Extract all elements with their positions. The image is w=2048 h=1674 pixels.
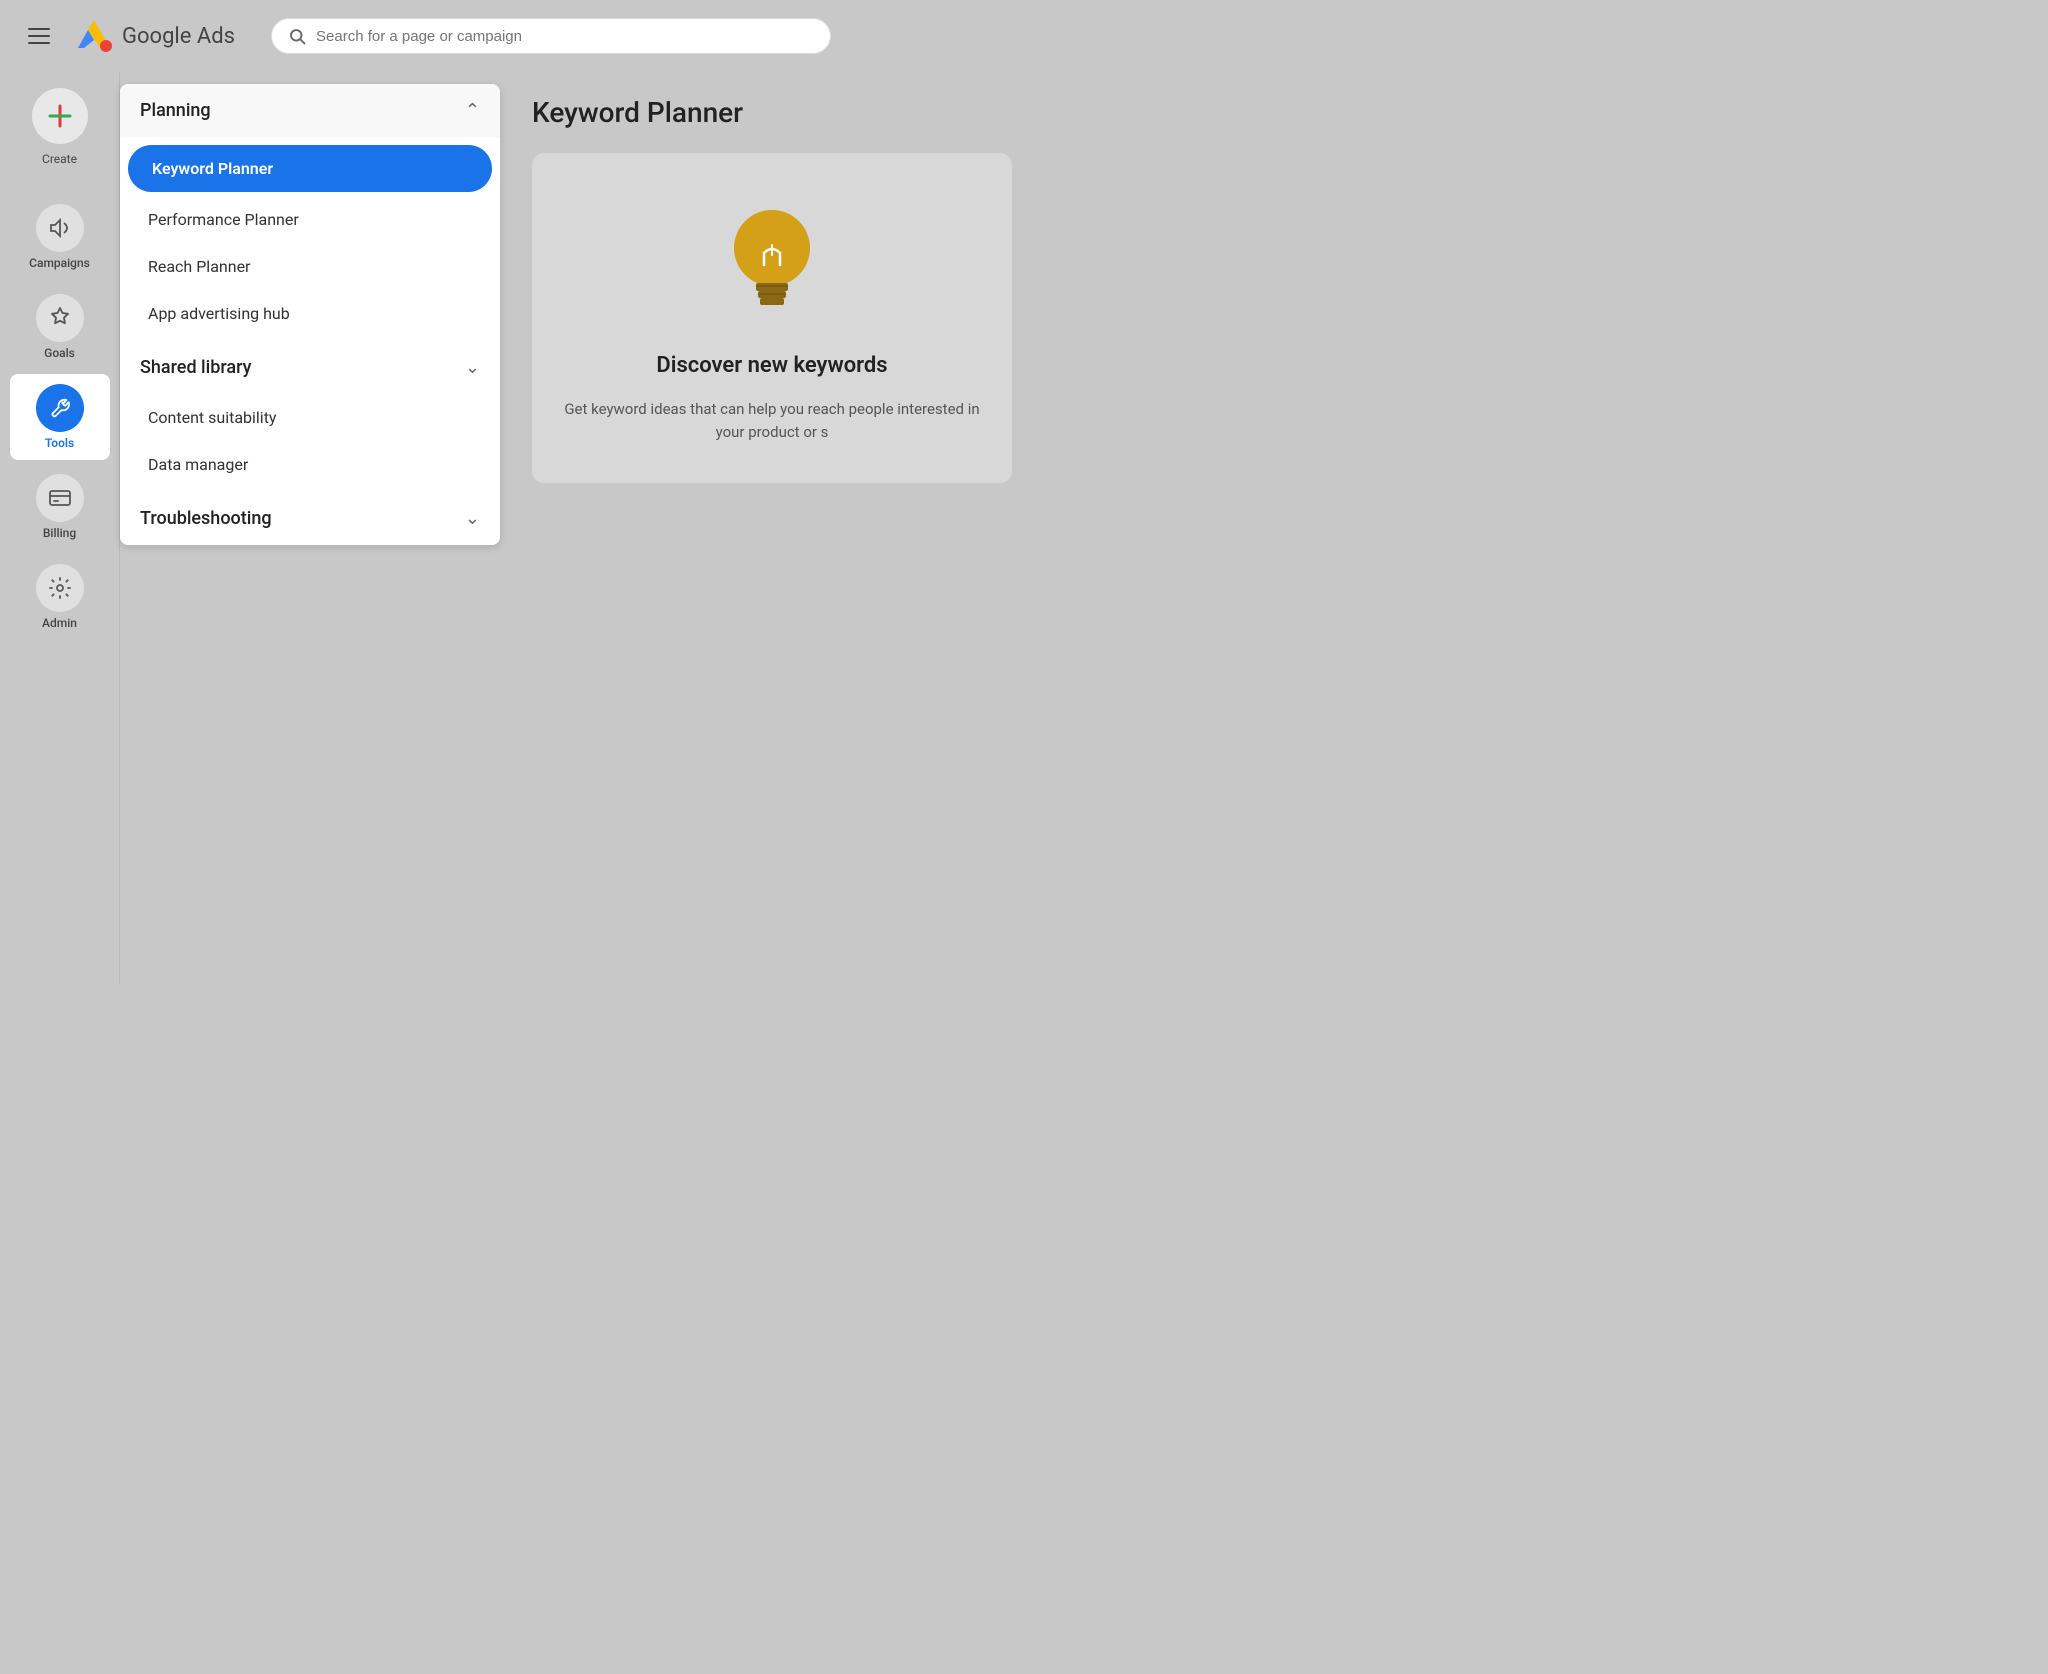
create-section: Create bbox=[32, 88, 88, 182]
planning-chevron-icon: ⌃ bbox=[465, 100, 480, 121]
sidebar: Create Campaigns Goals bbox=[0, 72, 120, 984]
shared-library-chevron-icon: ⌄ bbox=[465, 357, 480, 378]
sidebar-item-goals[interactable]: Goals bbox=[10, 284, 110, 370]
performance-planner-item[interactable]: Performance Planner bbox=[120, 196, 500, 243]
keyword-planner-item[interactable]: Keyword Planner bbox=[128, 145, 492, 192]
create-button[interactable] bbox=[32, 88, 88, 144]
shared-library-label: Shared library bbox=[140, 357, 251, 378]
content-suitability-item[interactable]: Content suitability bbox=[120, 394, 500, 441]
keyword-planner-label: Keyword Planner bbox=[152, 159, 273, 178]
content-area: Keyword Planner Discover new keywords Ge… bbox=[500, 72, 1204, 984]
goals-label: Goals bbox=[44, 346, 75, 360]
card-description: Get keyword ideas that can help you reac… bbox=[564, 398, 980, 443]
sidebar-item-tools[interactable]: Tools bbox=[10, 374, 110, 460]
data-manager-label: Data manager bbox=[148, 455, 248, 474]
main-layout: Create Campaigns Goals bbox=[0, 72, 1204, 984]
sidebar-item-billing[interactable]: Billing bbox=[10, 464, 110, 550]
plus-icon bbox=[46, 102, 74, 130]
reach-planner-label: Reach Planner bbox=[148, 257, 250, 276]
app-advertising-hub-label: App advertising hub bbox=[148, 304, 290, 323]
admin-icon bbox=[36, 564, 84, 612]
search-icon bbox=[288, 27, 306, 45]
data-manager-item[interactable]: Data manager bbox=[120, 441, 500, 488]
app-title: Google Ads bbox=[122, 24, 235, 49]
logo-area: Google Ads bbox=[74, 16, 235, 56]
header: Google Ads bbox=[0, 0, 1204, 72]
planning-label: Planning bbox=[140, 100, 211, 121]
nav-panel-area: Planning ⌃ Keyword Planner Performance P… bbox=[120, 72, 500, 984]
reach-planner-item[interactable]: Reach Planner bbox=[120, 243, 500, 290]
goals-icon bbox=[36, 294, 84, 342]
lightbulb-icon bbox=[712, 193, 832, 333]
billing-icon bbox=[36, 474, 84, 522]
tools-icon bbox=[36, 384, 84, 432]
troubleshooting-chevron-icon: ⌄ bbox=[465, 508, 480, 529]
troubleshooting-label: Troubleshooting bbox=[140, 508, 272, 529]
sidebar-item-admin[interactable]: Admin bbox=[10, 554, 110, 640]
tools-label: Tools bbox=[45, 436, 74, 450]
search-bar[interactable] bbox=[271, 18, 831, 54]
dropdown-panel: Planning ⌃ Keyword Planner Performance P… bbox=[120, 84, 500, 545]
card-title: Discover new keywords bbox=[656, 353, 887, 378]
sidebar-item-campaigns[interactable]: Campaigns bbox=[10, 194, 110, 280]
campaigns-label: Campaigns bbox=[29, 256, 90, 270]
keyword-planner-info-card: Discover new keywords Get keyword ideas … bbox=[532, 153, 1012, 483]
troubleshooting-section-header[interactable]: Troubleshooting ⌄ bbox=[120, 492, 500, 545]
shared-library-section-header[interactable]: Shared library ⌄ bbox=[120, 341, 500, 394]
google-ads-logo-icon bbox=[74, 16, 114, 56]
active-item-wrapper: Keyword Planner bbox=[120, 137, 500, 196]
performance-planner-label: Performance Planner bbox=[148, 210, 299, 229]
app-advertising-hub-item[interactable]: App advertising hub bbox=[120, 290, 500, 337]
campaigns-icon bbox=[36, 204, 84, 252]
billing-label: Billing bbox=[43, 526, 76, 540]
page-title: Keyword Planner bbox=[532, 96, 1172, 129]
hamburger-menu-button[interactable] bbox=[20, 20, 58, 52]
search-input[interactable] bbox=[316, 28, 814, 45]
admin-label: Admin bbox=[42, 616, 77, 630]
planning-section-header[interactable]: Planning ⌃ bbox=[120, 84, 500, 137]
content-suitability-label: Content suitability bbox=[148, 408, 277, 427]
create-label: Create bbox=[42, 152, 77, 166]
